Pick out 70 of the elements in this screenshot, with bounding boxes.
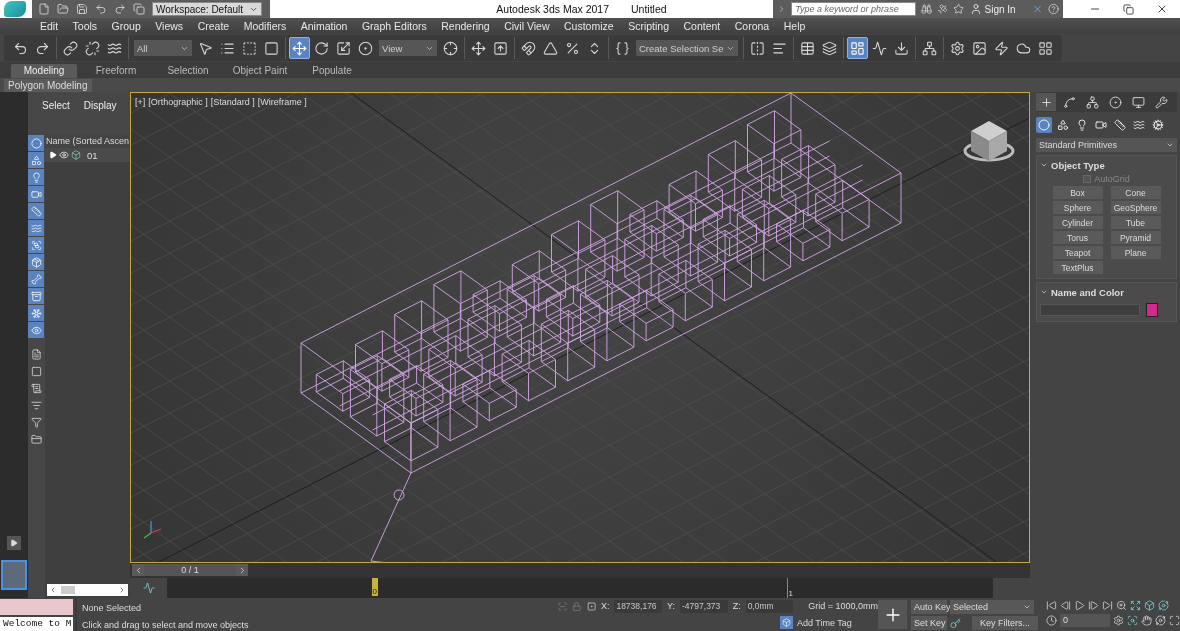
menu-item[interactable]: Rendering [436,20,500,32]
primitive-type-dropdown[interactable]: Standard Primitives [1036,138,1177,152]
set-key-button[interactable]: Set Key [911,616,947,630]
dropdown[interactable]: All [134,40,192,56]
listener-output[interactable]: Welcome to M [0,617,73,631]
grid-size: Grid = 1000,0mm [808,601,879,612]
dropdown[interactable]: Create Selection Se [636,40,738,56]
object-name[interactable]: 01 [86,149,98,161]
menu-item[interactable]: Content [678,20,730,32]
coordinate-field[interactable]: -4797,373 [680,599,728,613]
primitive-button[interactable]: Teapot [1052,246,1103,259]
workspace-dropdown[interactable]: Workspace: Default [152,2,262,16]
primitive-button[interactable]: TextPlus [1052,261,1103,274]
selection-status: None Selected [82,603,143,613]
coordinate-label: X: [600,601,610,612]
primitive-button[interactable]: GeoSphere [1110,201,1161,214]
add-time-tag-button[interactable]: Add Time Tag [780,616,852,630]
explorer-tab[interactable]: Select [42,100,70,130]
coordinate-field[interactable]: 18738,176 [614,599,662,613]
key-mode-dropdown[interactable]: Selected [950,600,1034,614]
menu-item[interactable]: Modifiers [238,20,296,32]
app-title: Autodesk 3ds Max 2017 [496,3,609,15]
ribbon-panel-label[interactable]: Polygon Modeling [4,78,92,92]
primitive-button[interactable]: Pyramid [1110,231,1161,244]
prompt-text: Click and drag to select and move objects [82,620,250,630]
viewport-label[interactable]: [Standard ] [210,97,255,107]
coordinate-field[interactable]: 0,0mm [745,599,794,613]
menu-item[interactable]: Corona [729,20,779,32]
menu-item[interactable]: Scripting [623,20,679,32]
frame-position-button[interactable]: 0 / 1 [144,564,236,576]
coordinate-label: Y: [667,601,676,612]
primitive-button[interactable]: Box [1052,186,1103,199]
primitive-button[interactable]: Torus [1052,231,1103,244]
ribbon-tab[interactable]: Populate [299,64,365,78]
coordinate-label: Z: [732,601,741,612]
primitive-button[interactable]: Plane [1110,246,1161,259]
primitive-button[interactable]: Cylinder [1052,216,1103,229]
ribbon-tab[interactable]: Object Paint [227,64,293,78]
primitive-button[interactable]: Sphere [1052,201,1103,214]
menu-item[interactable]: Group [106,20,151,32]
column-header[interactable]: Name (Sorted Ascen [44,134,130,148]
viewport[interactable]: [+] [Orthographic ] [Standard ] [Wireframe ] [130,92,1030,563]
dropdown[interactable]: View [379,40,437,56]
viewport-label[interactable]: [Orthographic ] [148,97,208,107]
document-title: Untitled [631,3,667,15]
viewport-label[interactable]: [Wireframe ] [257,97,307,107]
rollout-title[interactable]: Name and Color [1051,286,1124,298]
menu-item[interactable]: Tools [67,20,107,32]
menu-item[interactable]: Views [150,20,193,32]
primitive-button[interactable]: Cone [1110,186,1161,199]
ribbon-tab[interactable]: Modeling [11,64,77,78]
ribbon-tab[interactable]: Freeform [83,64,149,78]
menu-item[interactable]: Customize [559,20,624,32]
track-bar[interactable]: 0 1 [167,578,993,598]
menu-item[interactable]: Create [192,20,239,32]
frame-marker[interactable]: 0 [371,578,378,596]
rollout-title[interactable]: Object Type [1051,159,1105,171]
viewport-label[interactable]: [+] [135,97,146,107]
search-field[interactable]: Type a keyword or phrase [791,2,917,16]
menu-item[interactable]: Edit [35,20,68,32]
key-filters-button[interactable]: Key Filters... [972,616,1038,630]
primitive-button[interactable]: Tube [1110,216,1161,229]
menu-item[interactable]: Animation [295,20,357,32]
menu-item[interactable]: Help [778,20,815,32]
menu-item[interactable]: Graph Editors [356,20,437,32]
frame-field[interactable]: 0 [1060,614,1110,627]
ribbon-tab[interactable]: Selection [155,64,221,78]
menu-item[interactable]: Civil View [499,20,559,32]
explorer-tab[interactable]: Display [83,100,117,130]
sign-in-button[interactable]: Sign In [969,3,1027,15]
